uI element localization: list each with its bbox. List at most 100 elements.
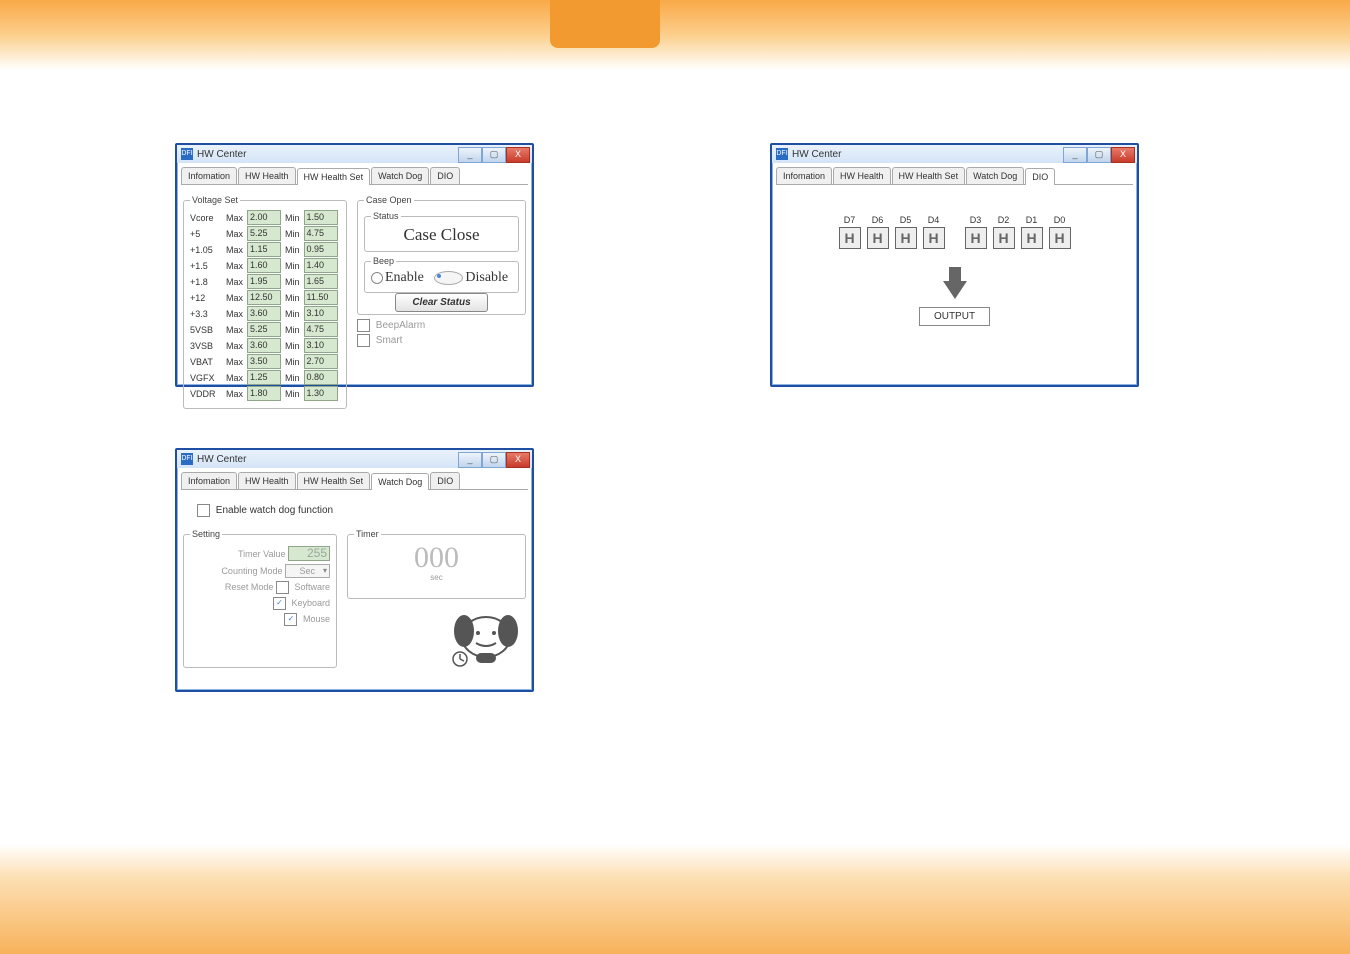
minimize-button[interactable]: _ — [458, 452, 482, 468]
voltage-row: +1.5Max1.60Min1.40 — [190, 258, 340, 273]
dio-label: D0 — [1049, 215, 1071, 225]
minimize-button[interactable]: _ — [458, 147, 482, 163]
smart-checkbox[interactable] — [357, 334, 370, 347]
max-input[interactable]: 5.25 — [247, 226, 281, 241]
software-checkbox[interactable] — [276, 581, 289, 594]
max-label: Max — [226, 293, 243, 303]
min-input[interactable]: 1.30 — [304, 386, 338, 401]
close-button[interactable]: X — [1111, 147, 1135, 163]
max-label: Max — [226, 277, 243, 287]
max-input[interactable]: 1.15 — [247, 242, 281, 257]
mouse-label: Mouse — [303, 614, 330, 624]
dio-state[interactable]: H — [1021, 227, 1043, 249]
close-button[interactable]: X — [506, 147, 530, 163]
tab-watch-dog[interactable]: Watch Dog — [371, 167, 429, 184]
dio-channel: D4 H — [923, 215, 945, 249]
clear-status-button[interactable]: Clear Status — [395, 293, 487, 312]
tab-hw-health[interactable]: HW Health — [833, 167, 891, 184]
close-button[interactable]: X — [506, 452, 530, 468]
min-input[interactable]: 1.40 — [304, 258, 338, 273]
max-input[interactable]: 3.60 — [247, 306, 281, 321]
min-input[interactable]: 0.80 — [304, 370, 338, 385]
min-label: Min — [285, 325, 300, 335]
dio-state[interactable]: H — [867, 227, 889, 249]
titlebar: DFI HW Center _ ▢ X — [772, 145, 1137, 163]
keyboard-checkbox[interactable]: ✓ — [273, 597, 286, 610]
tab-hw-health-set[interactable]: HW Health Set — [297, 168, 371, 185]
app-icon: DFI — [776, 148, 788, 160]
min-input[interactable]: 3.10 — [304, 338, 338, 353]
voltage-name: +12 — [190, 293, 222, 303]
max-input[interactable]: 1.25 — [247, 370, 281, 385]
software-label: Software — [294, 582, 330, 592]
max-label: Max — [226, 309, 243, 319]
window-buttons: _ ▢ X — [458, 147, 530, 163]
dio-state[interactable]: H — [895, 227, 917, 249]
min-input[interactable]: 1.50 — [304, 210, 338, 225]
tab-infomation[interactable]: Infomation — [181, 167, 237, 184]
max-label: Max — [226, 245, 243, 255]
dio-state[interactable]: H — [965, 227, 987, 249]
voltage-name: 3VSB — [190, 341, 222, 351]
counting-mode-select[interactable]: Sec — [285, 564, 330, 578]
dio-label: D4 — [923, 215, 945, 225]
min-input[interactable]: 1.65 — [304, 274, 338, 289]
tab-hw-health-set[interactable]: HW Health Set — [892, 167, 966, 184]
tab-watch-dog[interactable]: Watch Dog — [966, 167, 1024, 184]
tab-strip: Infomation HW Health HW Health Set Watch… — [181, 472, 528, 490]
min-label: Min — [285, 373, 300, 383]
min-input[interactable]: 0.95 — [304, 242, 338, 257]
enable-radio[interactable] — [371, 272, 383, 284]
tab-hw-health-set[interactable]: HW Health Set — [297, 472, 371, 489]
tab-hw-health[interactable]: HW Health — [238, 167, 296, 184]
max-input[interactable]: 12.50 — [247, 290, 281, 305]
tab-hw-health[interactable]: HW Health — [238, 472, 296, 489]
timer-value-input[interactable]: 255 — [288, 546, 330, 561]
tab-strip: Infomation HW Health HW Health Set Watch… — [776, 167, 1133, 185]
max-input[interactable]: 1.60 — [247, 258, 281, 273]
setting-legend: Setting — [190, 529, 222, 539]
voltage-name: VGFX — [190, 373, 222, 383]
max-input[interactable]: 3.60 — [247, 338, 281, 353]
min-input[interactable]: 11.50 — [304, 290, 338, 305]
setting-fieldset: Setting Timer Value 255 Counting Mode Se… — [183, 529, 337, 668]
titlebar: DFI HW Center _ ▢ X — [177, 145, 532, 163]
dio-state[interactable]: H — [1049, 227, 1071, 249]
dio-channel: D1 H — [1021, 215, 1043, 249]
maximize-button[interactable]: ▢ — [482, 147, 506, 163]
max-input[interactable]: 5.25 — [247, 322, 281, 337]
tab-infomation[interactable]: Infomation — [776, 167, 832, 184]
dio-label: D1 — [1021, 215, 1043, 225]
min-label: Min — [285, 277, 300, 287]
minimize-button[interactable]: _ — [1063, 147, 1087, 163]
min-input[interactable]: 4.75 — [304, 322, 338, 337]
beep-alarm-checkbox[interactable] — [357, 319, 370, 332]
min-input[interactable]: 3.10 — [304, 306, 338, 321]
disable-radio[interactable] — [434, 271, 463, 285]
max-input[interactable]: 2.00 — [247, 210, 281, 225]
tab-dio[interactable]: DIO — [430, 472, 460, 489]
dio-state[interactable]: H — [839, 227, 861, 249]
min-input[interactable]: 2.70 — [304, 354, 338, 369]
mouse-checkbox[interactable]: ✓ — [284, 613, 297, 626]
voltage-row: 3VSBMax3.60Min3.10 — [190, 338, 340, 353]
dio-channel: D7 H — [839, 215, 861, 249]
dio-state[interactable]: H — [923, 227, 945, 249]
max-input[interactable]: 1.80 — [247, 386, 281, 401]
min-input[interactable]: 4.75 — [304, 226, 338, 241]
dio-channel: D5H — [895, 215, 917, 249]
tab-dio[interactable]: DIO — [430, 167, 460, 184]
tab-watch-dog[interactable]: Watch Dog — [371, 473, 429, 490]
tab-dio[interactable]: DIO — [1025, 168, 1055, 185]
maximize-button[interactable]: ▢ — [482, 452, 506, 468]
voltage-name: +1.8 — [190, 277, 222, 287]
timer-value-label: Timer Value — [238, 549, 286, 559]
enable-watchdog-checkbox[interactable] — [197, 504, 210, 517]
max-input[interactable]: 1.95 — [247, 274, 281, 289]
tab-infomation[interactable]: Infomation — [181, 472, 237, 489]
dio-state[interactable]: H — [993, 227, 1015, 249]
dio-label: D7 — [839, 215, 861, 225]
max-input[interactable]: 3.50 — [247, 354, 281, 369]
disable-label: Disable — [465, 270, 508, 285]
maximize-button[interactable]: ▢ — [1087, 147, 1111, 163]
